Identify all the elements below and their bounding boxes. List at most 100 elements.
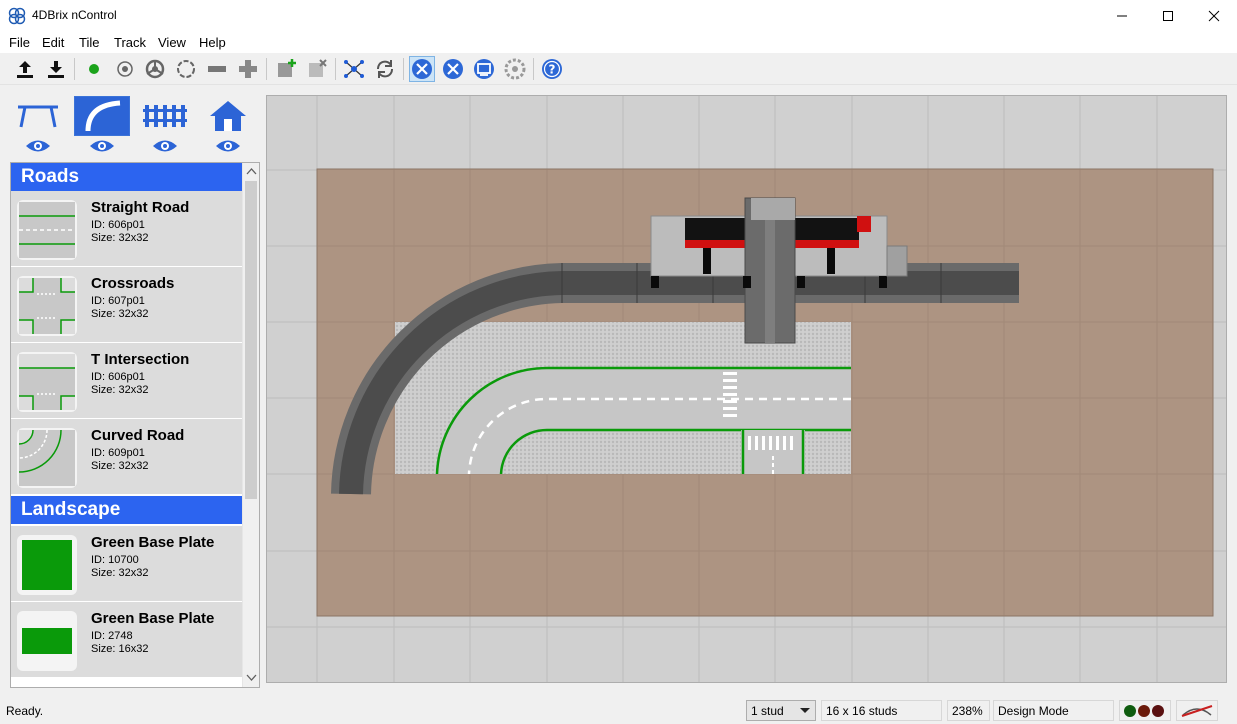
layout-drawing[interactable]: [267, 96, 1226, 682]
item-size: Size: 32x32: [91, 460, 149, 472]
download-icon: [48, 61, 64, 78]
road-category-tab[interactable]: [74, 96, 130, 136]
visibility-eye-icon[interactable]: [152, 137, 178, 155]
crossroads-tile-icon: [19, 278, 75, 334]
tile-size-text: 16 x 16 studs: [826, 704, 898, 718]
item-size: Size: 32x32: [91, 567, 149, 579]
scroll-down-icon[interactable]: [243, 672, 260, 684]
disconnected-icon: [1181, 705, 1213, 717]
upload-button[interactable]: [12, 56, 38, 82]
toolbar-separator: [403, 58, 404, 80]
tile-size-field: 16 x 16 studs: [821, 700, 942, 721]
mode-field: Design Mode: [993, 700, 1114, 721]
curved-road-tile-icon: [19, 430, 75, 486]
refresh-button[interactable]: [372, 56, 398, 82]
tile-thumbnail: [17, 200, 77, 260]
toolbar-separator: [74, 58, 75, 80]
item-name: Green Base Plate: [91, 534, 215, 551]
palette-item-t-intersection[interactable]: T Intersection ID: 606p01 Size: 32x32: [11, 343, 243, 419]
maximize-button[interactable]: [1145, 0, 1191, 31]
track-category-tab[interactable]: [10, 96, 66, 136]
item-id: ID: 607p01: [91, 295, 145, 307]
help-button[interactable]: ?: [539, 56, 565, 82]
menu-view[interactable]: View: [158, 35, 186, 50]
green-dot-icon: [89, 64, 99, 74]
toolbar: ?: [0, 53, 1237, 85]
visibility-eye-icon[interactable]: [215, 137, 241, 155]
house-category-icon: [210, 101, 246, 131]
sensor-button[interactable]: [112, 56, 138, 82]
palette-item-straight-road[interactable]: Straight Road ID: 606p01 Size: 32x32: [11, 191, 243, 267]
add-tile-icon: [278, 59, 296, 77]
fence-category-icon: [143, 105, 187, 127]
item-size: Size: 32x32: [91, 308, 149, 320]
grid-size-select[interactable]: 1 stud: [746, 700, 816, 721]
menu-file[interactable]: File: [9, 35, 30, 50]
grid-size-value: 1 stud: [751, 704, 784, 718]
design-tools-button[interactable]: [409, 56, 435, 82]
scroll-up-icon[interactable]: [243, 166, 260, 178]
loop-button[interactable]: [173, 56, 199, 82]
road-category-icon: [85, 100, 121, 132]
rail-icon: [208, 66, 226, 72]
item-id: ID: 609p01: [91, 447, 145, 459]
t-intersection-tile-icon: [19, 354, 75, 410]
menu-tile[interactable]: Tile: [79, 35, 99, 50]
download-button[interactable]: [43, 56, 69, 82]
section-header-roads: Roads: [11, 163, 243, 191]
item-size: Size: 32x32: [91, 384, 149, 396]
palette-item-crossroads[interactable]: Crossroads ID: 607p01 Size: 32x32: [11, 267, 243, 343]
display-button[interactable]: [471, 56, 497, 82]
design-tools-icon: [412, 59, 432, 79]
turntable-icon: [145, 59, 165, 79]
settings-button[interactable]: [502, 56, 528, 82]
item-name: Green Base Plate: [91, 610, 215, 627]
road-tiles[interactable]: [395, 322, 851, 475]
palette-item-curved-road[interactable]: Curved Road ID: 609p01 Size: 32x32: [11, 419, 243, 495]
add-tile-button[interactable]: [273, 56, 299, 82]
crossing-button[interactable]: [235, 56, 261, 82]
tile-palette: Roads Straight Road ID: 606p01 Size: 32x…: [10, 162, 260, 688]
house-category-tab[interactable]: [200, 96, 256, 136]
fence-category-tab[interactable]: [137, 96, 193, 136]
remove-tile-icon: [309, 59, 327, 77]
menu-help[interactable]: Help: [199, 35, 226, 50]
tile-thumbnail: [17, 535, 77, 595]
menu-bar: File Edit Tile Track View Help: [0, 31, 1237, 53]
item-id: ID: 10700: [91, 554, 139, 566]
menu-edit[interactable]: Edit: [42, 35, 64, 50]
minimize-button[interactable]: [1099, 0, 1145, 31]
palette-item-green-base-plate-small[interactable]: Green Base Plate ID: 2748 Size: 16x32: [11, 602, 243, 678]
item-name: T Intersection: [91, 351, 190, 368]
tools-icon: [443, 59, 463, 79]
palette-scrollbar[interactable]: [242, 163, 259, 687]
menu-track[interactable]: Track: [114, 35, 146, 50]
track-category-icon: [18, 105, 58, 128]
green-dot-button[interactable]: [81, 56, 107, 82]
refresh-icon: [377, 60, 393, 78]
close-button[interactable]: [1191, 0, 1237, 31]
network-button[interactable]: [341, 56, 367, 82]
zoom-text: 238%: [952, 704, 983, 718]
traffic-lights: [1119, 700, 1171, 721]
toolbar-separator: [266, 58, 267, 80]
rail-button[interactable]: [204, 56, 230, 82]
straight-road-tile-icon: [19, 202, 75, 258]
layout-canvas[interactable]: [266, 95, 1227, 683]
chevron-down-icon: [800, 708, 810, 713]
turntable-button[interactable]: [142, 56, 168, 82]
status-lights-icon: [1124, 705, 1164, 717]
visibility-eye-icon[interactable]: [25, 137, 51, 155]
crossing-icon: [239, 60, 257, 78]
upload-icon: [17, 61, 33, 78]
remove-tile-button[interactable]: [304, 56, 330, 82]
toolbar-separator: [335, 58, 336, 80]
visibility-eye-icon[interactable]: [89, 137, 115, 155]
scrollbar-thumb[interactable]: [245, 181, 257, 499]
tools-button[interactable]: [440, 56, 466, 82]
mode-text: Design Mode: [998, 704, 1069, 718]
connection-status[interactable]: [1176, 700, 1218, 721]
palette-item-green-base-plate[interactable]: Green Base Plate ID: 10700 Size: 32x32: [11, 526, 243, 602]
left-panel: Roads Straight Road ID: 606p01 Size: 32x…: [0, 88, 265, 694]
status-message: Ready.: [6, 704, 44, 718]
